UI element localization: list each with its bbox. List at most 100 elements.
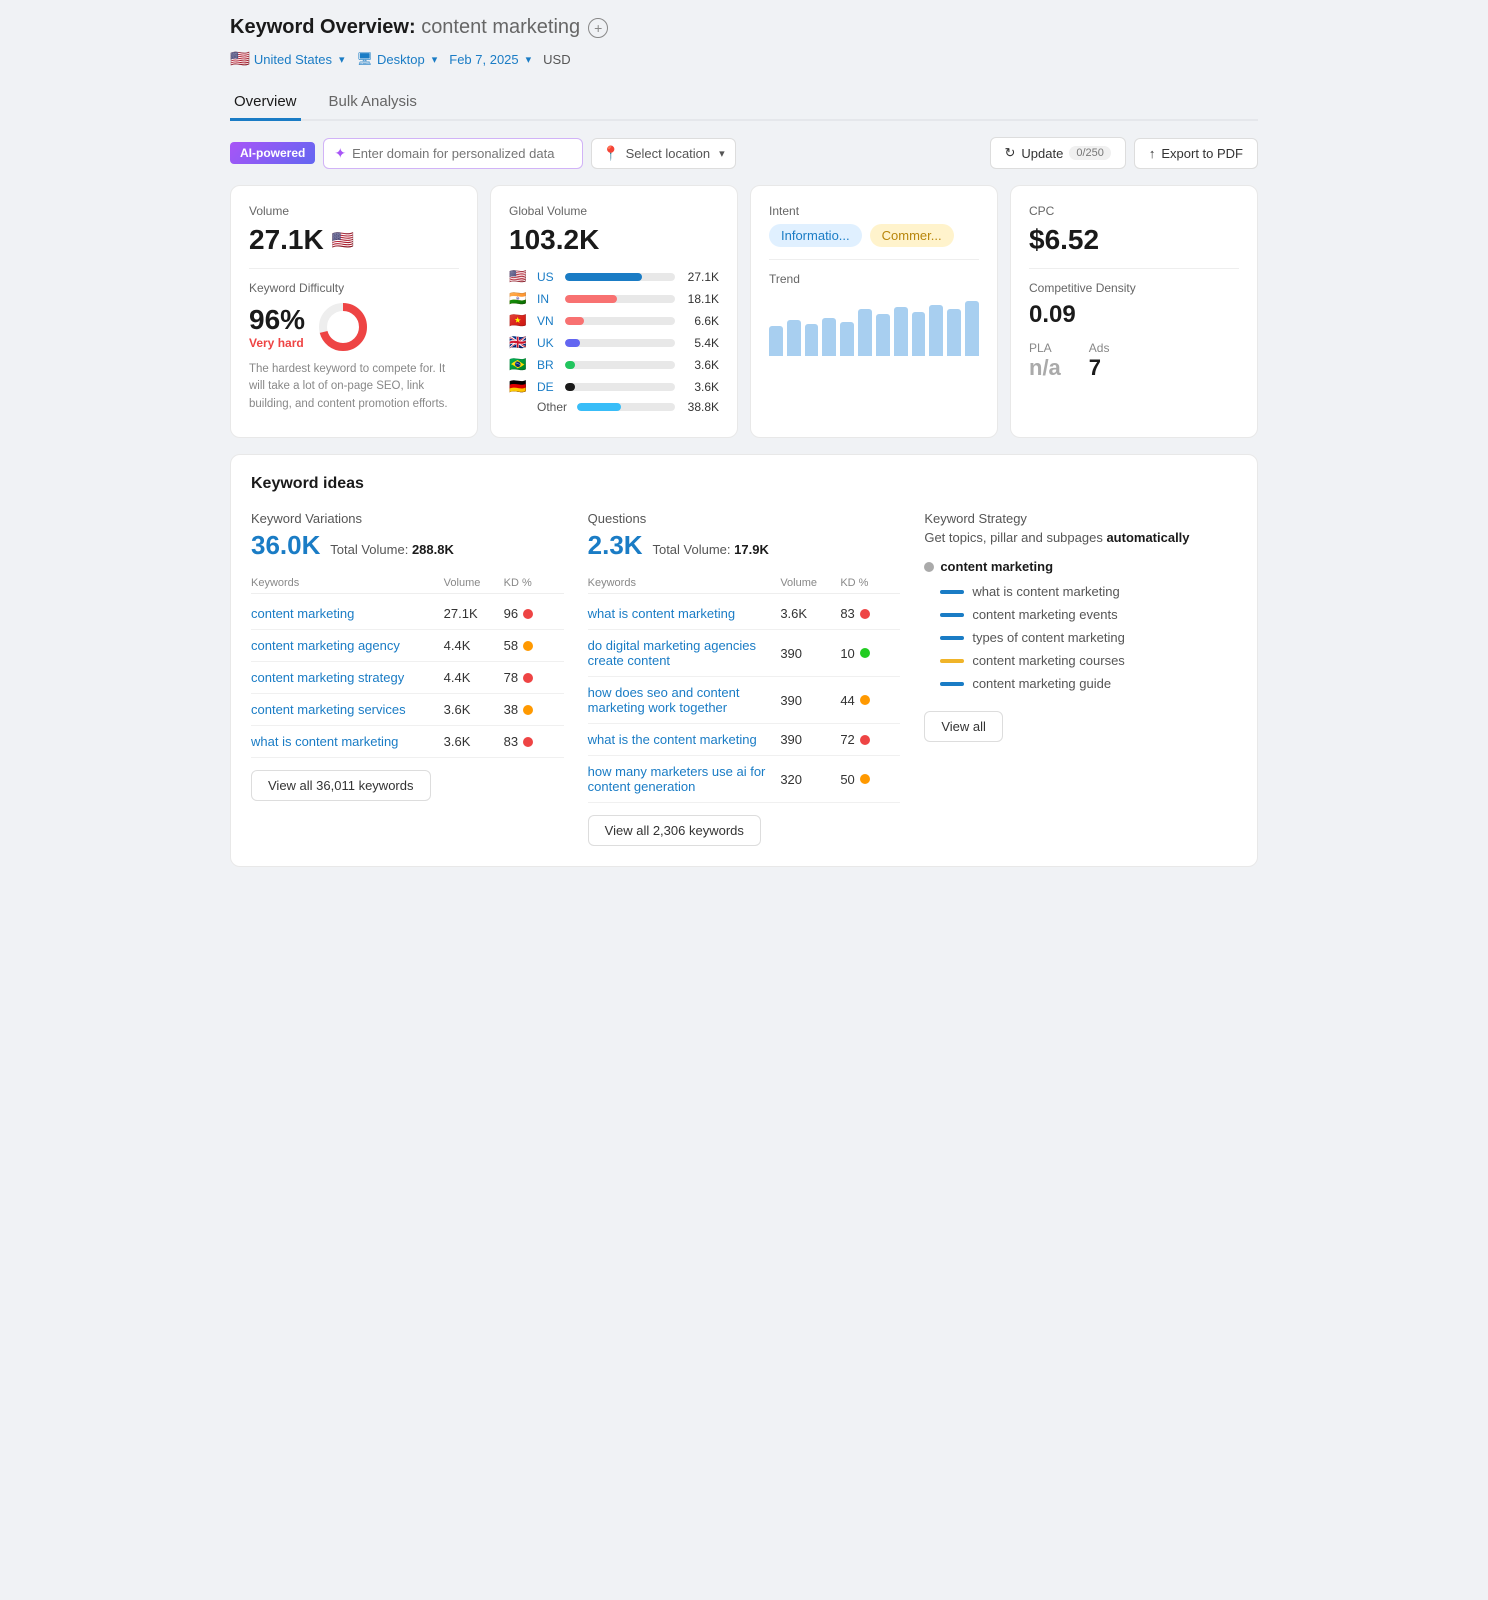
questions-rows: what is content marketing 3.6K 83 do dig… xyxy=(588,598,901,803)
country-row: 🇧🇷 BR 3.6K xyxy=(509,356,719,373)
country-rows: 🇺🇸 US 27.1K🇮🇳 IN 18.1K🇻🇳 VN 6.6K🇬🇧 UK 5.… xyxy=(509,268,719,414)
variations-total-vol: Total Volume: 288.8K xyxy=(330,542,454,557)
variations-col-title: Keyword Variations xyxy=(251,511,564,526)
keyword-kd: 83 xyxy=(504,734,564,749)
keyword-volume: 320 xyxy=(780,772,840,787)
update-label: Update xyxy=(1021,146,1063,161)
location-select-dropdown[interactable]: 📍 Select location ▾ xyxy=(591,138,736,169)
table-row: content marketing 27.1K 96 xyxy=(251,598,564,630)
ads-label: Ads xyxy=(1089,341,1110,355)
keyword-link[interactable]: content marketing strategy xyxy=(251,670,444,685)
variations-table: Keywords Volume KD % content marketing 2… xyxy=(251,573,564,758)
variations-count: 36.0K xyxy=(251,530,320,560)
view-all-strategy-button[interactable]: View all xyxy=(924,711,1003,742)
kd-dot xyxy=(523,673,533,683)
keyword-link[interactable]: do digital marketing agencies create con… xyxy=(588,638,781,668)
pla-value: n/a xyxy=(1029,355,1061,381)
questions-count: 2.3K xyxy=(588,530,643,560)
keyword-link[interactable]: content marketing agency xyxy=(251,638,444,653)
bar-bg-IN xyxy=(565,295,675,303)
keyword-volume: 3.6K xyxy=(780,606,840,621)
bar-DE xyxy=(565,383,575,391)
kd-donut xyxy=(317,301,369,353)
global-volume-label: Global Volume xyxy=(509,204,719,218)
keyword-kd: 10 xyxy=(840,646,900,661)
trend-bar xyxy=(787,320,801,356)
kd-dot xyxy=(860,695,870,705)
strategy-item: what is content marketing xyxy=(940,584,1237,599)
strategy-items: what is content marketing content market… xyxy=(940,584,1237,691)
export-icon: ↑ xyxy=(1149,146,1156,161)
device-icon: 🖥 xyxy=(357,51,374,67)
strategy-item-label: content marketing courses xyxy=(972,653,1124,668)
flag-UK: 🇬🇧 xyxy=(509,334,531,351)
kd-value: 96% xyxy=(249,304,305,336)
add-keyword-button[interactable]: + xyxy=(588,18,608,38)
location-selector[interactable]: 🇺🇸 United States ▾ xyxy=(230,49,345,69)
date-selector[interactable]: Feb 7, 2025 ▾ xyxy=(449,52,531,67)
keyword-link[interactable]: what is the content marketing xyxy=(588,732,781,747)
bar-bg-UK xyxy=(565,339,675,347)
cpc-label: CPC xyxy=(1029,204,1239,218)
flag-BR: 🇧🇷 xyxy=(509,356,531,373)
keyword-link[interactable]: what is content marketing xyxy=(588,606,781,621)
num-UK: 5.4K xyxy=(681,336,719,350)
domain-input[interactable] xyxy=(352,146,572,161)
export-label: Export to PDF xyxy=(1161,146,1243,161)
bar-bg-US xyxy=(565,273,675,281)
code-BR: BR xyxy=(537,358,559,372)
global-volume-value: 103.2K xyxy=(509,224,719,256)
comp-density-label: Competitive Density xyxy=(1029,281,1239,295)
kd-dot xyxy=(860,735,870,745)
view-all-questions-button[interactable]: View all 2,306 keywords xyxy=(588,815,761,846)
refresh-icon: ↻ xyxy=(1005,145,1016,161)
keyword-volume: 390 xyxy=(780,693,840,708)
domain-input-wrap[interactable]: ✦ xyxy=(323,138,583,169)
code-VN: VN xyxy=(537,314,559,328)
strategy-line xyxy=(940,590,964,594)
bar-bg-BR xyxy=(565,361,675,369)
keyword-link[interactable]: how does seo and content marketing work … xyxy=(588,685,781,715)
keyword-link[interactable]: what is content marketing xyxy=(251,734,444,749)
table-row: content marketing services 3.6K 38 xyxy=(251,694,564,726)
table-row: what is the content marketing 390 72 xyxy=(588,724,901,756)
tab-overview[interactable]: Overview xyxy=(230,85,301,121)
keyword-link[interactable]: content marketing xyxy=(251,606,444,621)
kd-dot xyxy=(523,641,533,651)
strategy-line xyxy=(940,682,964,686)
kd-dot xyxy=(860,774,870,784)
kd-label: Keyword Difficulty xyxy=(249,281,459,295)
ads-value: 7 xyxy=(1089,355,1110,381)
bar-bg-VN xyxy=(565,317,675,325)
tab-bulk-analysis[interactable]: Bulk Analysis xyxy=(325,85,421,121)
table-row: how does seo and content marketing work … xyxy=(588,677,901,724)
update-button[interactable]: ↻ Update 0/250 xyxy=(990,137,1126,169)
intent-badge-comm: Commer... xyxy=(870,224,954,247)
toolbar: AI-powered ✦ 📍 Select location ▾ ↻ Updat… xyxy=(230,137,1258,169)
volume-value: 27.1K xyxy=(249,224,324,256)
strategy-line xyxy=(940,636,964,640)
keyword-ideas-section: Keyword ideas Keyword Variations 36.0K T… xyxy=(230,454,1258,867)
export-button[interactable]: ↑ Export to PDF xyxy=(1134,138,1258,169)
cpc-card: CPC $6.52 Competitive Density 0.09 PLA n… xyxy=(1010,185,1258,438)
view-all-variations-button[interactable]: View all 36,011 keywords xyxy=(251,770,431,801)
keyword-link[interactable]: content marketing services xyxy=(251,702,444,717)
questions-column: Questions 2.3K Total Volume: 17.9K Keywo… xyxy=(588,511,901,846)
flag-US: 🇺🇸 xyxy=(509,268,531,285)
kd-dot xyxy=(523,737,533,747)
ads-item: Ads 7 xyxy=(1089,341,1110,381)
trend-bar xyxy=(858,309,872,356)
update-count: 0/250 xyxy=(1069,146,1111,160)
bar-US xyxy=(565,273,642,281)
keyword-link[interactable]: how many marketers use ai for content ge… xyxy=(588,764,781,794)
keyword-volume: 390 xyxy=(780,646,840,661)
code-US: US xyxy=(537,270,559,284)
device-selector[interactable]: 🖥 Desktop ▾ xyxy=(357,51,438,67)
us-flag: 🇺🇸 xyxy=(230,49,250,69)
keyword-kd: 78 xyxy=(504,670,564,685)
kd-description: The hardest keyword to compete for. It w… xyxy=(249,361,459,413)
strategy-item-label: types of content marketing xyxy=(972,630,1124,645)
strategy-root-dot xyxy=(924,562,934,572)
pla-ads-row: PLA n/a Ads 7 xyxy=(1029,341,1239,381)
volume-flag: 🇺🇸 xyxy=(332,230,354,251)
